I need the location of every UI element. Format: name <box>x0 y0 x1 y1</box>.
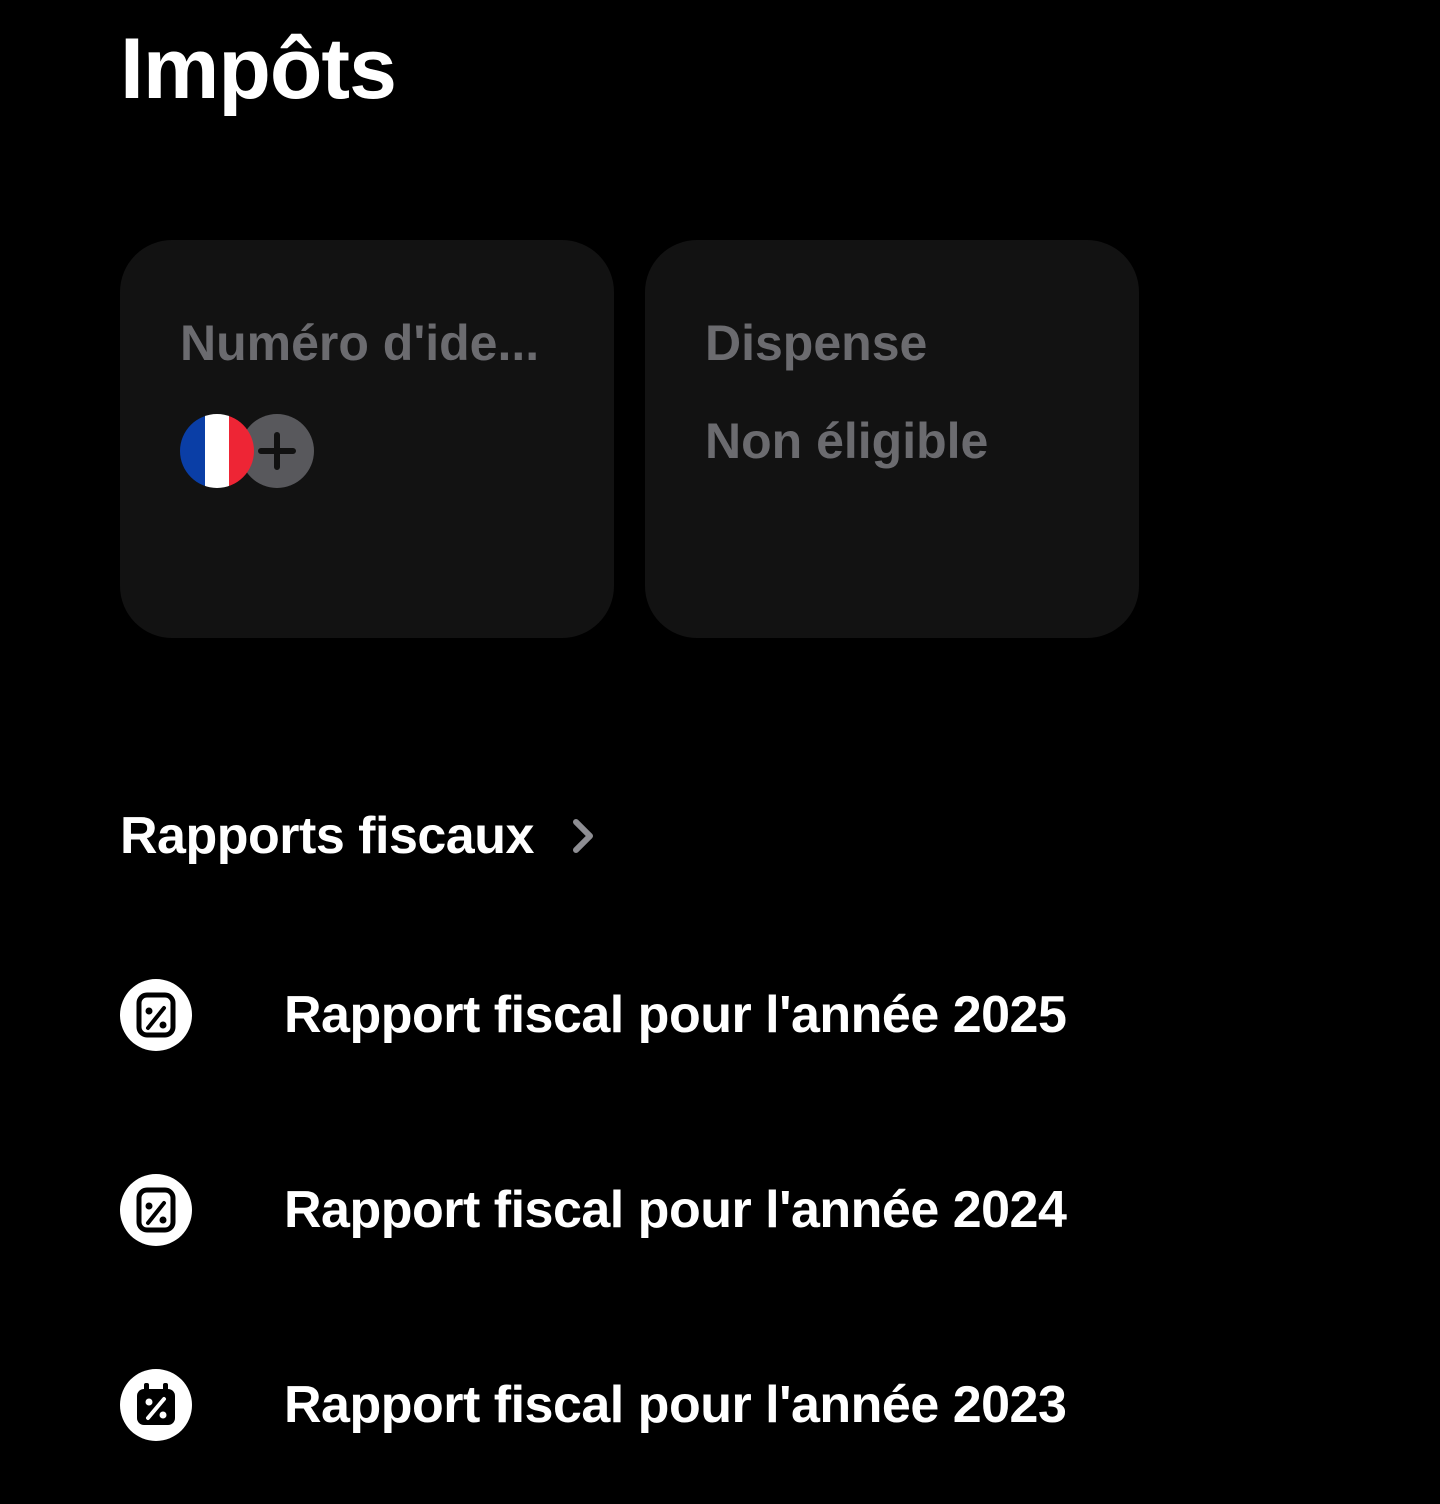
chevron-right-icon <box>568 814 598 858</box>
tax-calendar-percent-icon <box>120 1369 192 1441</box>
section-title: Rapports fiscaux <box>120 807 534 865</box>
exemption-card[interactable]: Dispense Non éligible <box>645 240 1139 638</box>
plus-icon <box>258 432 296 470</box>
tax-id-card[interactable]: Numéro d'ide... <box>120 240 614 638</box>
exemption-status: Non éligible <box>705 413 989 469</box>
exemption-label: Dispense <box>705 315 928 371</box>
list-item-report-2025[interactable]: Rapport fiscal pour l'année 2025 <box>120 970 1220 1060</box>
taxes-page: Impôts Numéro d'ide... Dispense Non élig… <box>0 0 1440 1504</box>
report-label: Rapport fiscal pour l'année 2023 <box>284 1376 1067 1434</box>
france-flag-icon <box>180 414 254 488</box>
tax-id-label: Numéro d'ide... <box>180 315 540 371</box>
tax-reports-header[interactable]: Rapports fiscaux <box>120 806 598 866</box>
report-label: Rapport fiscal pour l'année 2025 <box>284 986 1067 1044</box>
tax-document-percent-icon <box>120 1174 192 1246</box>
report-label: Rapport fiscal pour l'année 2024 <box>284 1181 1067 1239</box>
list-item-report-2024[interactable]: Rapport fiscal pour l'année 2024 <box>120 1165 1220 1255</box>
page-title: Impôts <box>120 21 397 117</box>
tax-document-percent-icon <box>120 979 192 1051</box>
list-item-report-2023[interactable]: Rapport fiscal pour l'année 2023 <box>120 1360 1220 1450</box>
